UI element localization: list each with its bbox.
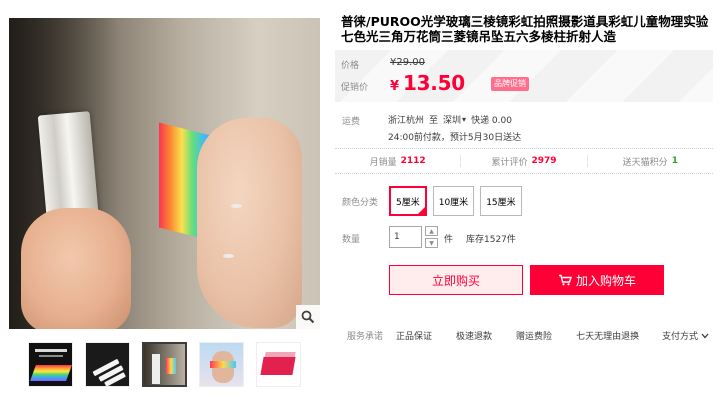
- quantity-decrease-button[interactable]: ▼: [425, 238, 438, 248]
- thumb-gift-box: [260, 357, 296, 375]
- quantity-unit: 件: [444, 235, 454, 245]
- ring-decoration: [223, 254, 234, 258]
- thumb-rainbow: [30, 365, 72, 381]
- brand-promo-badge: 品牌促销: [491, 77, 529, 91]
- service-item[interactable]: 正品保证: [396, 329, 432, 342]
- promo-price-label: 促销价: [341, 83, 369, 93]
- service-promises: 服务承诺 正品保证 极速退款 赠运费险 七天无理由退换: [347, 329, 663, 342]
- buy-now-button[interactable]: 立即购买: [389, 265, 523, 295]
- stock-count: 库存1527件: [466, 235, 516, 245]
- chevron-down-icon: ▼: [429, 239, 434, 247]
- color-option-5cm[interactable]: 5厘米: [389, 186, 427, 216]
- zoom-button[interactable]: [296, 305, 320, 329]
- magnifier-icon: [301, 310, 315, 324]
- payment-methods-toggle[interactable]: 支付方式: [662, 329, 709, 342]
- right-hand-shape: [197, 118, 302, 328]
- ship-to-word: 至: [429, 116, 439, 126]
- product-title: 普徕/PUROO光学玻璃三棱镜彩虹拍照摄影道具彩虹儿童物理实验七色光三角万花筒三…: [341, 14, 709, 44]
- thumbnail-3[interactable]: [142, 342, 187, 387]
- cart-icon: [558, 274, 572, 286]
- thumbnail-1[interactable]: [28, 342, 73, 387]
- quantity-increase-button[interactable]: ▲: [425, 226, 438, 236]
- color-option-10cm[interactable]: 10厘米: [432, 186, 475, 216]
- payment-label: 支付方式: [662, 332, 699, 342]
- selected-check-icon: [417, 207, 425, 214]
- ship-from: 浙江杭州: [388, 116, 425, 126]
- thumb-rainbow: [166, 358, 176, 374]
- chevron-down-icon: [701, 333, 709, 338]
- thumbnail-strip: [28, 342, 301, 387]
- thumbnail-2[interactable]: [85, 342, 130, 387]
- thumb-text-block: [39, 355, 63, 357]
- ship-to: 深圳: [443, 116, 462, 126]
- shipping-route: 浙江杭州 至 深圳 ▾ 快递 0.00: [388, 113, 512, 126]
- promo-price: ¥ 13.50: [390, 71, 465, 95]
- ship-method: 快递 0.00: [471, 116, 512, 126]
- chevron-up-icon: ▲: [429, 227, 434, 235]
- original-price: ¥29.00: [390, 57, 425, 68]
- ring-decoration: [231, 204, 242, 208]
- color-option-text: 15厘米: [486, 197, 516, 208]
- total-reviews[interactable]: 累计评价 2979: [460, 155, 586, 168]
- color-option-text: 5厘米: [396, 197, 420, 208]
- sales-value: 2112: [400, 156, 426, 166]
- color-option-text: 10厘米: [438, 197, 469, 208]
- currency-symbol: ¥: [390, 79, 400, 94]
- thumbnail-5[interactable]: [256, 342, 301, 387]
- stats-bar: 月销量 2112 累计评价 2979 送天猫积分 1: [335, 148, 713, 174]
- quantity-label: 数量: [342, 235, 361, 245]
- sales-label: 月销量: [369, 157, 397, 168]
- shipping-label: 运费: [342, 117, 361, 127]
- color-options: 5厘米 10厘米 15厘米: [389, 186, 522, 216]
- service-item[interactable]: 赠运费险: [516, 329, 552, 342]
- color-option-label: 颜色分类: [342, 198, 379, 208]
- price-label: 价格: [341, 61, 360, 71]
- price-panel: 价格 ¥29.00 促销价 ¥ 13.50 品牌促销: [335, 50, 713, 102]
- buy-now-label: 立即购买: [431, 273, 480, 288]
- service-item[interactable]: 七天无理由退换: [576, 329, 639, 342]
- thumb-prism: [152, 354, 160, 384]
- quantity-input[interactable]: [389, 226, 422, 248]
- reviews-label: 累计评价: [491, 157, 528, 168]
- add-to-cart-label: 加入购物车: [575, 273, 636, 288]
- monthly-sales: 月销量 2112: [335, 149, 460, 173]
- left-hand-shape: [21, 208, 131, 329]
- tmall-points: 送天猫积分 1: [586, 155, 713, 168]
- thumb-rainbow: [210, 361, 236, 368]
- service-item[interactable]: 极速退款: [456, 329, 492, 342]
- service-label: 服务承诺: [347, 332, 384, 342]
- main-product-image[interactable]: [9, 18, 320, 329]
- points-value: 1: [671, 156, 678, 166]
- chevron-down-icon: ▾: [462, 115, 467, 124]
- thumbnail-4[interactable]: [199, 342, 244, 387]
- promo-price-value: 13.50: [403, 71, 465, 95]
- points-label: 送天猫积分: [622, 157, 668, 168]
- ship-to-select[interactable]: 深圳 ▾: [443, 113, 466, 126]
- color-option-15cm[interactable]: 15厘米: [480, 186, 522, 216]
- reviews-value: 2979: [531, 156, 557, 166]
- add-to-cart-button[interactable]: 加入购物车: [530, 265, 664, 295]
- thumb-text-block: [35, 349, 67, 352]
- delivery-note: 24:00前付款，预计5月30日送达: [388, 133, 522, 143]
